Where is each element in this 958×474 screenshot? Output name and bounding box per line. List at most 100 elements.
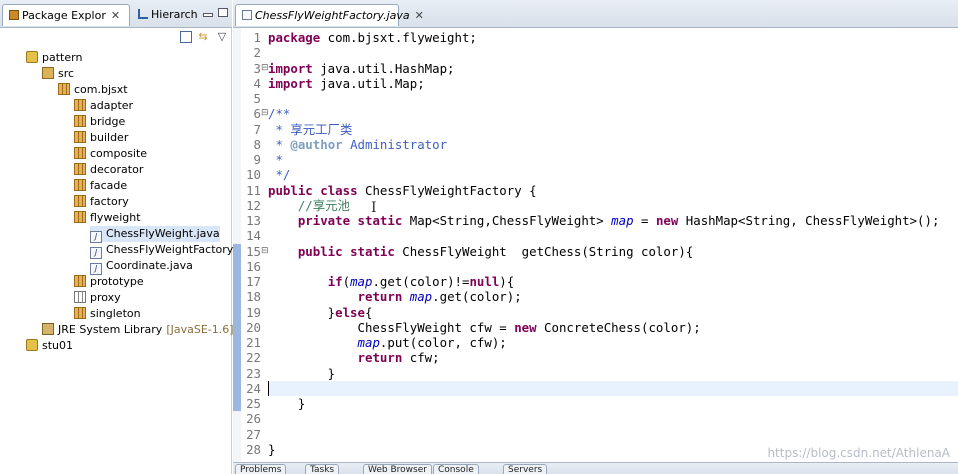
code-line[interactable]: return map.get(color); (268, 289, 522, 304)
line-number: 15 (246, 243, 261, 259)
code-line[interactable]: * (268, 152, 282, 167)
tree-item[interactable]: facade (74, 178, 127, 194)
bottom-tab[interactable]: Tasks (305, 464, 340, 474)
tree-item[interactable]: stu01 (26, 338, 73, 354)
code-line[interactable]: if(map.get(color)!=null){ (268, 274, 515, 289)
text-caret (268, 380, 269, 396)
tree-item-label: bridge (90, 115, 126, 128)
tree-item[interactable]: com.bjsxt (58, 82, 128, 98)
code-line[interactable]: package com.bjsxt.flyweight; (268, 30, 477, 45)
tree-item[interactable]: prototype (74, 274, 144, 290)
code-token: java.util.HashMap; (312, 60, 455, 76)
line-number: 20 (246, 319, 261, 335)
code-token: .get(color); (432, 289, 522, 305)
tree-item-label: factory (90, 195, 129, 208)
code-line[interactable]: * @author Administrator (268, 137, 447, 152)
tree-item-label: prototype (90, 275, 144, 288)
tree-item[interactable]: J ChessFlyWeight.java (90, 226, 220, 243)
code-token: @author (290, 136, 343, 152)
code-line[interactable]: } (268, 366, 335, 381)
code-line[interactable]: import java.util.HashMap; (268, 61, 455, 76)
tree-item-label: singleton (90, 307, 141, 320)
library-icon (42, 323, 54, 335)
package-icon (74, 115, 86, 127)
close-icon[interactable]: ✕ (415, 5, 424, 27)
code-line[interactable]: public class ChessFlyWeightFactory { (268, 183, 537, 198)
tree-item[interactable]: decorator (74, 162, 143, 178)
code-token: */ (268, 167, 291, 183)
tab-chessflyweightfactory[interactable]: ChessFlyWeightFactory.java ✕ (235, 4, 424, 26)
code-line[interactable]: private static Map<String,ChessFlyWeight… (268, 213, 940, 228)
bottom-tab[interactable]: Web Browser (363, 464, 432, 474)
collapse-all-icon[interactable] (180, 31, 192, 43)
tree-item[interactable]: factory (74, 194, 129, 210)
tree-item[interactable]: proxy (74, 290, 121, 306)
code-token: java.util.Map; (312, 75, 425, 91)
code-token: ChessFlyWeightFactory { (357, 182, 537, 198)
line-number: 17 (246, 274, 261, 289)
tree-item[interactable]: flyweight (74, 210, 141, 226)
tree-item[interactable]: src (42, 66, 74, 82)
package-icon (74, 307, 86, 319)
view-menu-icon[interactable]: ▽ (216, 31, 228, 43)
watermark-text: https://blog.csdn.net/AthlenaA (767, 446, 950, 460)
code-token: } (268, 304, 336, 320)
code-token: import (268, 60, 313, 76)
bottom-tab[interactable]: Problems (235, 464, 287, 474)
tree-item[interactable]: singleton (74, 306, 141, 322)
line-number: 25 (246, 396, 261, 411)
code-token: return (357, 350, 403, 366)
tab-package-explorer-label: Package Explor (22, 9, 106, 22)
tree-item[interactable]: composite (74, 146, 147, 162)
code-line[interactable]: /** (268, 106, 290, 121)
line-number: 4 (253, 75, 261, 91)
minimize-button[interactable] (203, 13, 213, 17)
bottom-tab[interactable]: Servers (503, 464, 548, 474)
line-number: 21 (246, 335, 261, 350)
maximize-button[interactable] (218, 8, 228, 17)
code-line[interactable]: map.put(color, cfw); (268, 335, 507, 350)
tree-item[interactable]: adapter (74, 98, 133, 114)
tree-item[interactable]: builder (74, 130, 128, 146)
editor-left-ruler (233, 28, 241, 474)
code-line[interactable]: } (268, 442, 275, 457)
editor-tabbar: ChessFlyWeightFactory.java ✕ (233, 0, 958, 28)
line-number: 2 (253, 45, 261, 61)
code-line[interactable]: ChessFlyWeight cfw = new ConcreteChess(c… (268, 320, 701, 335)
code-token: ConcreteChess(color); (536, 319, 701, 335)
code-token: com.bjsxt.flyweight; (320, 30, 477, 45)
link-with-editor-icon[interactable]: ⇆ (197, 31, 209, 43)
code-token: map (357, 335, 380, 350)
tree-item[interactable]: J Coordinate.java (90, 258, 193, 275)
code-line[interactable]: * 享元工厂类 (268, 122, 352, 137)
tab-package-explorer[interactable]: Package Explor ✕ (2, 4, 130, 26)
code-token: * 享元工厂类 (268, 121, 353, 137)
code-token: map (350, 274, 373, 289)
code-token: ( (342, 274, 351, 289)
close-icon[interactable]: ✕ (111, 5, 120, 27)
code-token: static (350, 243, 395, 259)
code-line[interactable]: } (268, 396, 305, 411)
code-line[interactable]: */ (268, 167, 290, 182)
mouse-ibeam-cursor: I (371, 200, 377, 216)
tab-hierarchy[interactable]: Hierarchy (134, 4, 198, 26)
code-line[interactable]: //享元池 (268, 198, 350, 213)
code-token: * (268, 136, 291, 152)
bottom-tab[interactable]: Console (433, 464, 479, 474)
line-number: 26 (246, 411, 261, 427)
tree-item[interactable]: pattern (26, 50, 82, 66)
package-explorer-view: Package Explor ✕ Hierarchy ⇆ ▽ pattern src… (0, 0, 258, 474)
tree-item[interactable]: bridge (74, 114, 125, 130)
code-token: null (469, 274, 500, 289)
code-line[interactable]: return cfw; (268, 350, 440, 365)
code-token: public (297, 243, 343, 259)
line-number: 9 (253, 152, 261, 167)
tree-item[interactable]: JRE System Library [JavaSE-1.6] (42, 322, 234, 338)
code-line[interactable]: import java.util.Map; (268, 76, 425, 91)
tree-item-label: src (58, 67, 75, 80)
code-line[interactable]: public static ChessFlyWeight getChess(St… (268, 244, 693, 259)
line-number: 22 (246, 350, 261, 366)
code-line[interactable]: }else{ (268, 304, 373, 320)
